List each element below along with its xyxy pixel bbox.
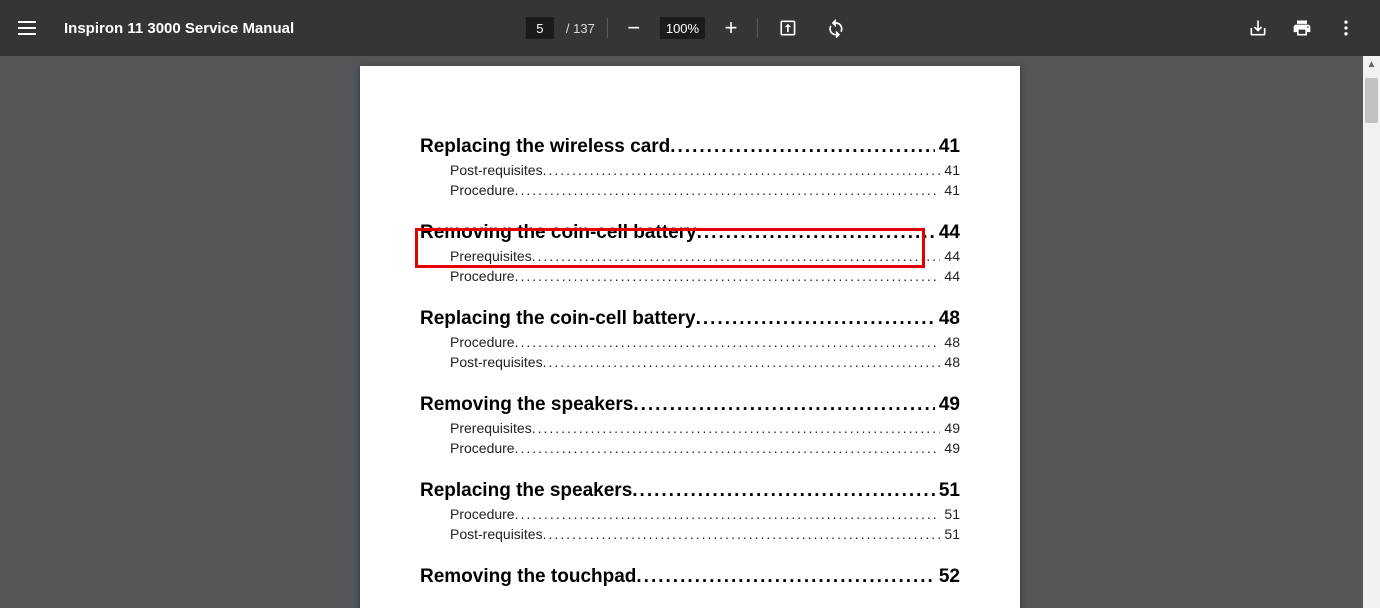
toc-page-number: 41 <box>944 182 960 198</box>
toc-section-title[interactable]: Replacing the wireless card.............… <box>420 136 960 158</box>
toc-sub-entry[interactable]: Procedure...............................… <box>450 440 960 456</box>
toc-page-number: 51 <box>944 506 960 522</box>
toc-sub-label: Prerequisites <box>450 420 532 436</box>
page-wrap: Replacing the wireless card.............… <box>360 66 1020 608</box>
toc-page-number: 44 <box>944 268 960 284</box>
toc-title-text: Removing the touchpad <box>420 566 636 588</box>
toc-sub-label: Procedure <box>450 182 515 198</box>
toc-sub-label: Post-requisites <box>450 162 543 178</box>
toc-page-number: 44 <box>944 248 960 264</box>
toc-page-number: 49 <box>939 394 960 416</box>
pdf-toolbar: Inspiron 11 3000 Service Manual / 137 − … <box>0 0 1380 56</box>
toc-section: Removing the coin-cell battery..........… <box>420 222 960 284</box>
toc-sub-entry[interactable]: Procedure...............................… <box>450 506 960 522</box>
toc-sub-entry[interactable]: Procedure...............................… <box>450 268 960 284</box>
toc-section: Removing the speakers...................… <box>420 394 960 456</box>
scroll-thumb[interactable] <box>1365 78 1378 123</box>
toc-sub-entry[interactable]: Procedure...............................… <box>450 182 960 198</box>
fit-to-page-icon[interactable] <box>770 10 806 46</box>
toc-page-number: 49 <box>944 440 960 456</box>
toc-page-number: 48 <box>939 308 960 330</box>
page-number-input[interactable] <box>526 17 554 39</box>
toc-page-number: 52 <box>939 566 960 588</box>
toc-section: Replacing the coin-cell battery.........… <box>420 308 960 370</box>
print-icon[interactable] <box>1284 10 1320 46</box>
toc-sub-label: Post-requisites <box>450 526 543 542</box>
menu-icon[interactable] <box>16 16 40 40</box>
zoom-level[interactable]: 100% <box>660 17 705 39</box>
toc-title-text: Replacing the coin-cell battery <box>420 308 696 330</box>
toc-title-text: Replacing the speakers <box>420 480 632 502</box>
toc-page-number: 41 <box>939 136 960 158</box>
toc-page-number: 48 <box>944 354 960 370</box>
scroll-arrow-up-icon[interactable]: ▲ <box>1363 56 1380 73</box>
divider <box>757 18 758 38</box>
toc-sub-entry[interactable]: Prerequisites...........................… <box>450 420 960 436</box>
toc-container: Replacing the wireless card.............… <box>420 136 960 588</box>
page-total: / 137 <box>566 21 595 36</box>
toc-sub-entry[interactable]: Post-requisites.........................… <box>450 354 960 370</box>
toc-sub-label: Procedure <box>450 506 515 522</box>
toc-sub-entry[interactable]: Prerequisites...........................… <box>450 248 960 264</box>
toc-sub-label: Procedure <box>450 334 515 350</box>
zoom-out-button[interactable]: − <box>620 14 648 42</box>
toc-page-number: 51 <box>939 480 960 502</box>
toc-section-title[interactable]: Removing the speakers...................… <box>420 394 960 416</box>
rotate-icon[interactable] <box>818 10 854 46</box>
toc-page-number: 41 <box>944 162 960 178</box>
toolbar-center: / 137 − 100% + <box>526 10 854 46</box>
toolbar-right <box>1240 10 1364 46</box>
vertical-scrollbar[interactable]: ▲ <box>1363 56 1380 608</box>
toc-sub-entry[interactable]: Post-requisites.........................… <box>450 526 960 542</box>
viewport[interactable]: Replacing the wireless card.............… <box>0 56 1380 608</box>
toc-page-number: 51 <box>944 526 960 542</box>
more-icon[interactable] <box>1328 10 1364 46</box>
toc-title-text: Removing the speakers <box>420 394 633 416</box>
pdf-page: Replacing the wireless card.............… <box>360 66 1020 608</box>
document-title: Inspiron 11 3000 Service Manual <box>64 20 294 37</box>
toc-sub-label: Prerequisites <box>450 248 532 264</box>
toc-sub-label: Procedure <box>450 268 515 284</box>
toc-sub-label: Post-requisites <box>450 354 543 370</box>
toc-page-number: 48 <box>944 334 960 350</box>
toc-section: Replacing the wireless card.............… <box>420 136 960 198</box>
toc-sub-entry[interactable]: Post-requisites.........................… <box>450 162 960 178</box>
divider <box>607 18 608 38</box>
toc-section-title[interactable]: Replacing the speakers..................… <box>420 480 960 502</box>
toc-section: Removing the touchpad...................… <box>420 566 960 588</box>
toc-section-title[interactable]: Removing the coin-cell battery..........… <box>420 222 960 244</box>
download-icon[interactable] <box>1240 10 1276 46</box>
toc-title-text: Replacing the wireless card <box>420 136 670 158</box>
toc-sub-entry[interactable]: Procedure...............................… <box>450 334 960 350</box>
toc-sub-label: Procedure <box>450 440 515 456</box>
toc-section-title[interactable]: Removing the touchpad...................… <box>420 566 960 588</box>
toc-section-title[interactable]: Replacing the coin-cell battery.........… <box>420 308 960 330</box>
toc-page-number: 49 <box>944 420 960 436</box>
toolbar-left: Inspiron 11 3000 Service Manual <box>16 16 294 40</box>
toc-title-text: Removing the coin-cell battery <box>420 222 697 244</box>
zoom-in-button[interactable]: + <box>717 14 745 42</box>
toc-section: Replacing the speakers..................… <box>420 480 960 542</box>
toc-page-number: 44 <box>939 222 960 244</box>
